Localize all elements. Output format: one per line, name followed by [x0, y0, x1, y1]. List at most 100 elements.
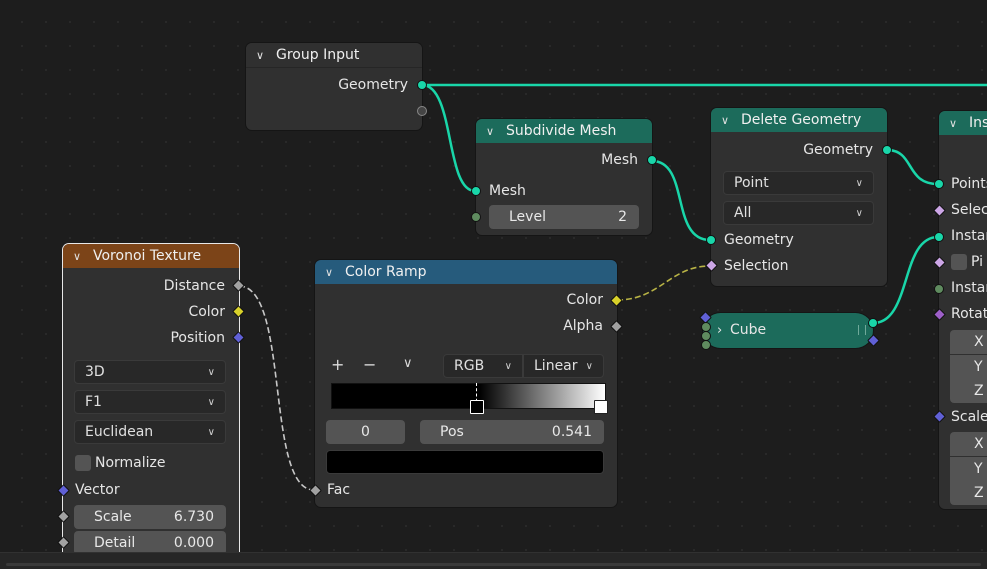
pick-instance-label: Pi — [971, 254, 984, 270]
alpha-output-label: Alpha — [563, 318, 603, 334]
cube-node[interactable]: › Cube — [699, 311, 880, 350]
detail-label: Detail — [94, 535, 136, 551]
chevron-down-icon: ∨ — [207, 366, 215, 378]
scale-field[interactable]: Scale 6.730 — [74, 505, 226, 529]
normalize-checkbox[interactable] — [75, 455, 91, 471]
mesh-input-label: Mesh — [489, 183, 526, 199]
position-field[interactable]: Pos 0.541 — [420, 420, 604, 444]
instance-index-socket[interactable] — [934, 284, 944, 294]
pos-label: Pos — [440, 424, 464, 440]
normalize-label: Normalize — [95, 455, 166, 471]
add-stop-button[interactable]: + — [331, 355, 344, 374]
remove-stop-button[interactable]: − — [363, 355, 376, 374]
scale-value: 6.730 — [173, 509, 214, 525]
grip-icon[interactable] — [858, 325, 866, 335]
node-title: Subdivide Mesh — [506, 123, 617, 139]
domain-value: Point — [734, 175, 769, 191]
subdivide-mesh-node[interactable]: ∨ Subdivide Mesh Mesh Mesh Level 2 — [471, 119, 657, 235]
interpolation-value: Linear — [534, 358, 578, 374]
selection-input-label: Selection — [724, 258, 789, 274]
feature-dropdown[interactable]: F1 ∨ — [74, 390, 226, 414]
domain-dropdown[interactable]: Point ∨ — [723, 171, 874, 195]
pick-instance-checkbox[interactable] — [951, 254, 967, 270]
geometry-output-label: Geometry — [338, 77, 408, 93]
rotation-z-field[interactable]: Z — [950, 379, 987, 403]
empty-output-socket[interactable] — [417, 106, 427, 116]
node-title: Delete Geometry — [741, 112, 862, 128]
dimensions-value: 3D — [85, 364, 105, 380]
mode-dropdown[interactable]: All ∨ — [723, 201, 874, 225]
voronoi-texture-node[interactable]: ∨ Voronoi Texture Distance Color Positio… — [57, 244, 245, 564]
distance-output-label: Distance — [163, 278, 225, 294]
color-mode-dropdown[interactable]: RGB ∨ — [443, 354, 523, 378]
rotation-x-field[interactable]: X — [950, 330, 987, 354]
white-color-stop[interactable] — [594, 400, 608, 414]
voronoi-texture-header[interactable]: ∨ Voronoi Texture — [63, 244, 239, 268]
rotation-y-field[interactable]: Y — [950, 355, 987, 379]
color-mode-value: RGB — [454, 358, 485, 374]
chevron-down-icon[interactable]: ∨ — [949, 117, 963, 130]
feature-value: F1 — [85, 394, 102, 410]
chevron-down-icon[interactable]: ∨ — [721, 114, 735, 127]
instance-input-socket[interactable] — [934, 232, 944, 242]
node-title: Color Ramp — [345, 264, 427, 280]
geometry-output-socket[interactable] — [882, 145, 892, 155]
interpolation-dropdown[interactable]: Linear ∨ — [523, 354, 604, 378]
cube-label: Cube — [730, 322, 767, 338]
scrollbar-track[interactable] — [6, 563, 981, 566]
stop-index-value: 0 — [361, 424, 370, 440]
geometry-output-socket[interactable] — [417, 80, 427, 90]
scale-label: Scale — [94, 509, 132, 525]
scale-y-label: Y — [974, 461, 983, 477]
dimensions-dropdown[interactable]: 3D ∨ — [74, 360, 226, 384]
horizontal-scrollbar[interactable] — [0, 552, 987, 569]
color-ramp-node[interactable]: ∨ Color Ramp Color Alpha + − ∨ RGB ∨ Line… — [309, 260, 623, 507]
group-input-header[interactable]: ∨ Group Input — [246, 43, 422, 68]
rotation-input-label: Rotat — [951, 306, 987, 322]
vector-input-label: Vector — [75, 482, 120, 498]
level-input-socket[interactable] — [471, 212, 481, 222]
ramp-menu-button[interactable]: ∨ — [403, 356, 413, 371]
delete-geometry-header[interactable]: ∨ Delete Geometry — [711, 108, 887, 132]
mesh-output-socket[interactable] — [868, 318, 878, 328]
chevron-down-icon[interactable]: ∨ — [486, 125, 500, 138]
instance-on-points-header[interactable]: ∨ Ins — [939, 111, 987, 135]
mesh-output-socket[interactable] — [647, 155, 657, 165]
stop-index-field[interactable]: 0 — [326, 420, 405, 444]
chevron-down-icon: ∨ — [207, 396, 215, 408]
vertices-z-socket[interactable] — [701, 340, 711, 350]
color-output-label: Color — [566, 292, 603, 308]
delete-geometry-node[interactable]: ∨ Delete Geometry Geometry Point ∨ All ∨ G… — [705, 108, 892, 286]
subdivide-mesh-header[interactable]: ∨ Subdivide Mesh — [476, 119, 652, 143]
metric-dropdown[interactable]: Euclidean ∨ — [74, 420, 226, 444]
group-input-node[interactable]: ∨ Group Input Geometry — [246, 43, 427, 130]
detail-value: 0.000 — [173, 535, 214, 551]
chevron-down-icon[interactable]: ∨ — [73, 250, 87, 263]
mesh-input-socket[interactable] — [471, 186, 481, 196]
points-input-label: Points — [951, 176, 987, 192]
geometry-input-socket[interactable] — [706, 235, 716, 245]
chevron-down-icon[interactable]: ∨ — [256, 49, 270, 62]
scale-y-field[interactable]: Y — [950, 457, 987, 481]
scale-z-field[interactable]: Z — [950, 481, 987, 505]
chevron-down-icon[interactable]: ∨ — [325, 266, 339, 279]
instance-on-points-node[interactable]: ∨ Ins Points Selec Instan Pi Instar Rota… — [933, 111, 987, 509]
chevron-down-icon: ∨ — [504, 360, 512, 372]
scale-x-field[interactable]: X — [950, 432, 987, 456]
instance-input-label: Instan — [951, 228, 987, 244]
active-color-stop[interactable] — [470, 400, 484, 414]
points-input-socket[interactable] — [934, 179, 944, 189]
scale-x-label: X — [974, 436, 984, 452]
geometry-output-label: Geometry — [803, 142, 873, 158]
color-ramp-header[interactable]: ∨ Color Ramp — [315, 260, 617, 284]
node-title: Group Input — [276, 47, 360, 63]
node-title: Voronoi Texture — [93, 248, 202, 264]
color-output-label: Color — [188, 304, 225, 320]
rotation-y-label: Y — [974, 359, 983, 375]
level-field[interactable]: Level 2 — [489, 205, 639, 229]
color-ramp-gradient[interactable] — [331, 383, 606, 409]
stop-color-swatch[interactable] — [326, 450, 604, 474]
chevron-right-icon[interactable]: › — [717, 320, 722, 340]
scale-z-label: Z — [974, 485, 984, 501]
mesh-output-label: Mesh — [601, 152, 638, 168]
